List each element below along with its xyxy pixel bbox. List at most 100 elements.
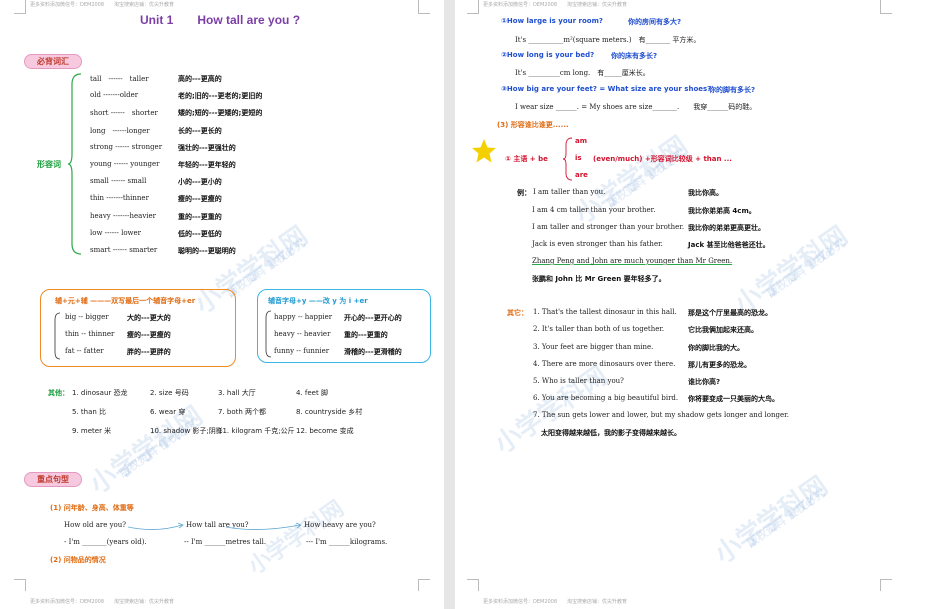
document-page-1: 更多资料添加微信号：DEM2008 淘宝搜索店铺：优尖升教育 小学学科网 版权资… <box>0 0 444 609</box>
adjective-word: smart ------ smarter <box>90 246 158 254</box>
adjective-meaning: 强壮的---更强壮的 <box>178 143 236 152</box>
formula-verb-am: am <box>575 137 588 145</box>
adjective-meaning: 重的---更重的 <box>178 212 222 221</box>
rule-box-title: 辅+元+辅 ———双写最后一个辅音字母+er <box>55 297 196 305</box>
crop-mark <box>467 0 479 14</box>
rule-box-title: 辅音字母+y ——改 y 为 i +er <box>268 297 368 305</box>
adjective-meaning: 瘦的---更瘦的 <box>178 195 222 204</box>
adjective-meaning: 矮的;短的---更矮的;更短的 <box>178 109 263 118</box>
answer-height: -- I'm ______metres tall. <box>184 538 267 546</box>
section-label-sentences: 重点句型 <box>24 472 82 487</box>
answer-room-size: It's __________m²(square meters.) 有_____… <box>515 36 701 44</box>
answer-age: - I'm _______(years old). <box>64 538 147 546</box>
sample-sentence: 2. It's taller than both of us together. <box>533 325 665 333</box>
vocab-item: 4. feet 脚 <box>296 389 328 397</box>
sample-sentence: 5. Who is taller than you? <box>533 377 624 385</box>
adjective-word: low ------ lower <box>90 228 142 237</box>
vocab-item: 3. hall 大厅 <box>218 389 256 397</box>
vocab-item: 9. meter 米 <box>72 427 112 435</box>
question-room-size: ①How large is your room? <box>501 17 603 25</box>
brace-icon <box>265 310 272 358</box>
page-footer: 更多资料添加微信号：DEM2008 淘宝搜索店铺：优尖升教育 <box>30 599 175 605</box>
adjective-word: old -------older <box>90 91 139 100</box>
adjective-word: short ------ shorter <box>90 109 158 118</box>
rule-example-word: thin -- thinner <box>65 330 115 338</box>
brace-icon <box>563 137 573 181</box>
rule-box-y-to-i: 辅音字母+y ——改 y 为 i +er happy -- happier 开心的… <box>257 289 431 363</box>
sample-translation: 你将要变成一只美丽的大鸟。 <box>688 395 779 403</box>
sample-sentence: 7. The sun gets lower and lower, but my … <box>533 411 789 419</box>
formula-rest: (even/much) +形容词比较级 + than ... <box>593 155 732 163</box>
example-sentence: I am 4 cm taller than your brother. <box>532 206 656 214</box>
rule-example-meaning: 开心的---更开心的 <box>344 314 402 322</box>
sample-sentence: 1. That's the tallest dinosaur in this h… <box>533 308 677 316</box>
sample-translation: 你的脚比我的大。 <box>688 344 744 352</box>
sample-translation: 太阳变得越来越低，我的影子变得越来越长。 <box>541 429 681 437</box>
crop-mark <box>880 0 892 14</box>
vocab-item: 2. size 号码 <box>150 389 189 397</box>
formula-subject-be: ① 主语 + be <box>505 155 548 163</box>
sample-sentence: 4. There are more dinosaurs over there. <box>533 360 676 368</box>
adjective-word: tall ------ taller <box>90 75 149 83</box>
sample-translation: 那儿有更多的恐龙。 <box>688 361 751 369</box>
example-sentence: I am taller than you. <box>533 188 606 196</box>
crop-mark <box>418 0 430 14</box>
crop-mark <box>14 0 26 14</box>
adjective-meaning: 低的---更低的 <box>178 229 222 238</box>
sample-translation: 它比我俩加起来还高。 <box>688 326 758 334</box>
watermark: 小学学科网 <box>244 496 349 580</box>
page-header: 更多资料添加微信号：DEM2008 淘宝搜索店铺：优尖升教育 <box>483 2 628 8</box>
brace-icon <box>54 312 61 360</box>
crop-mark <box>880 579 892 591</box>
example-label: 例： <box>517 189 531 197</box>
star-icon <box>472 139 496 163</box>
example-translation: Jack 甚至比他爸爸还壮。 <box>688 241 770 249</box>
adjective-meaning: 老的;旧的---更老的;更旧的 <box>178 92 263 101</box>
formula-verb-are: are <box>575 171 588 179</box>
adjective-meaning: 长的---更长的 <box>178 126 222 135</box>
sample-translation: 谁比你高? <box>688 378 721 386</box>
crop-mark <box>14 579 26 591</box>
vocab-item: 10. shadow 影子;阴影 <box>150 427 223 435</box>
question-age: How old are you? <box>64 521 127 529</box>
rule-example-meaning: 重的---更重的 <box>344 331 388 339</box>
others-label: 其它： <box>507 309 528 317</box>
subheading-ask-age: (1) 问年龄、身高、体重等 <box>50 504 134 512</box>
example-sentence: Zhang Peng and John are much younger tha… <box>532 257 733 265</box>
sample-sentence: 3. Your feet are bigger than mine. <box>533 343 654 351</box>
watermark: 小学学科网 <box>489 360 614 461</box>
example-sentence: I am taller and stronger than your broth… <box>532 223 685 231</box>
question-foot-size-cn: 你的脚有多长? <box>709 86 756 94</box>
adjective-meaning: 年轻的---更年轻的 <box>178 161 236 169</box>
document-page-2: 更多资料添加微信号：DEM2008 淘宝搜索店铺：优尖升教育 小学学科网 版权资… <box>455 0 932 609</box>
subheading-ask-items: (2) 问物品的情况 <box>50 556 106 564</box>
rule-example-meaning: 胖的---更胖的 <box>127 348 171 356</box>
rule-example-meaning: 大的---更大的 <box>127 314 171 322</box>
answer-bed-length: It's _________cm long. 有_____厘米长。 <box>515 69 650 77</box>
rule-example-meaning: 瘦的---更瘦的 <box>127 331 171 339</box>
subheading-comparison: (3) 形容谁比谁更...... <box>497 121 569 129</box>
page-header: 更多资料添加微信号：DEM2008 淘宝搜索店铺：优尖升教育 <box>30 2 175 8</box>
others-label: 其他： <box>48 389 69 397</box>
rule-example-word: happy -- happier <box>274 313 333 321</box>
answer-foot-size: I wear size ______. = My shoes are size_… <box>515 103 757 111</box>
adjective-word: long ------longer <box>90 126 150 135</box>
vocab-item: 5. than 比 <box>72 408 107 416</box>
question-bed-length: ②How long is your bed? <box>501 51 595 59</box>
adjective-word: young ------ younger <box>90 160 160 168</box>
crop-mark <box>418 579 430 591</box>
brace-icon <box>68 73 82 255</box>
vocab-item: 1. dinosaur 恐龙 <box>72 389 128 397</box>
question-foot-size: ③How big are your feet? = What size are … <box>501 85 712 93</box>
formula-verb-is: is <box>575 154 582 162</box>
sample-translation: 那是这个厅里最高的恐龙。 <box>688 309 772 317</box>
sample-sentence: 6. You are becoming a big beautiful bird… <box>533 394 679 402</box>
rule-example-word: heavy -- heavier <box>274 330 331 338</box>
adjective-word: small ------ small <box>90 177 147 186</box>
rule-example-word: fat -- fatter <box>65 347 104 355</box>
example-translation: 张鹏和 John 比 Mr Green 要年轻多了。 <box>532 275 666 283</box>
example-sentence: Jack is even stronger than his father. <box>532 240 663 248</box>
vocab-item: 11. kilogram 千克;公斤 <box>218 427 295 435</box>
vocab-item: 7. both 两个都 <box>218 408 267 416</box>
rule-example-word: funny -- funnier <box>274 347 330 355</box>
